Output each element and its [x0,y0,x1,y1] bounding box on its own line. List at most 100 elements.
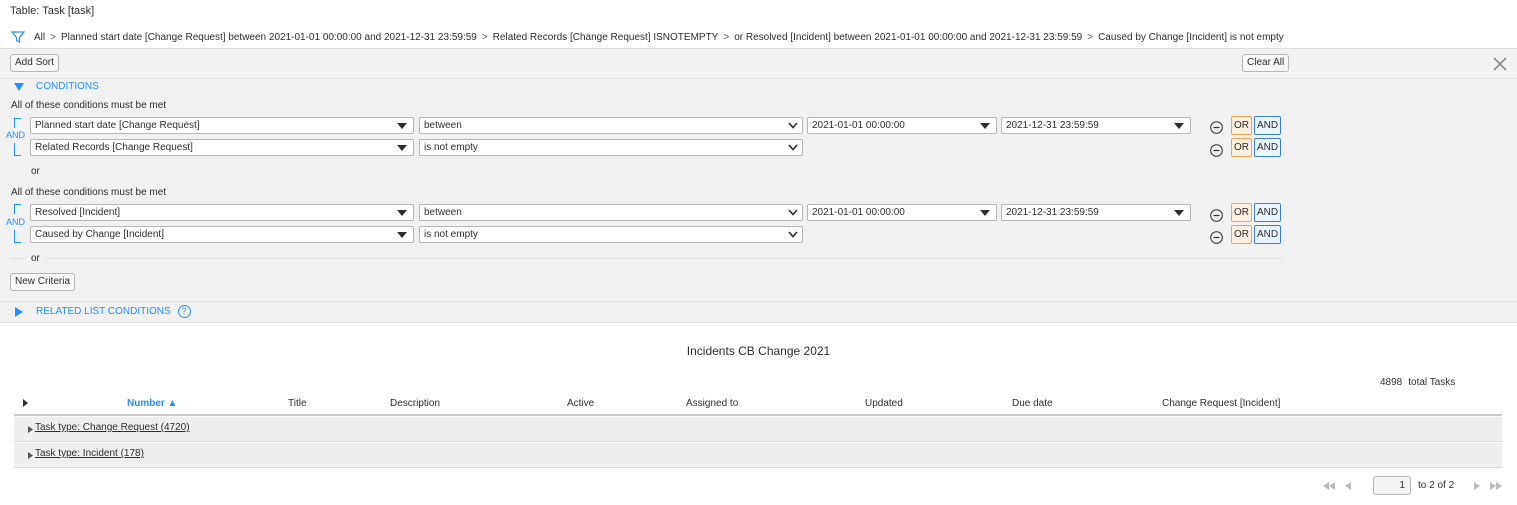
and-button[interactable]: AND [1254,116,1281,135]
record-count: 4898 total Tasks [1380,377,1455,388]
caret-down-icon [397,123,407,129]
and-button[interactable]: AND [1254,203,1281,222]
caret-down-icon [980,123,990,129]
column-header-due-date[interactable]: Due date [1012,398,1053,409]
list-header-row: Number ▲ Title Description Active Assign… [14,393,1502,416]
column-header-updated[interactable]: Updated [865,398,903,409]
breadcrumb-item[interactable]: Related Records [Change Request] ISNOTEM… [493,32,719,43]
group-label-link[interactable]: Task type: Change Request (4720) [35,422,190,433]
remove-condition-icon[interactable] [1210,209,1223,222]
clear-all-button[interactable]: Clear All [1242,54,1290,72]
remove-condition-icon[interactable] [1210,144,1223,157]
date-from-select[interactable]: 2021-01-01 00:00:00 [807,117,997,134]
or-divider [46,258,1282,259]
group-label: All of these conditions must be met [11,100,167,111]
list-title: Incidents CB Change 2021 [686,344,831,358]
or-button[interactable]: OR [1231,225,1252,244]
operator-select[interactable]: is not empty [419,226,803,243]
related-list-conditions-header: RELATED LIST CONDITIONS [36,306,171,317]
or-separator-label: or [31,253,40,264]
column-header-change-request[interactable]: Change Request [Incident] [1162,398,1280,409]
add-sort-button[interactable]: Add Sort [10,54,59,72]
toolbar-divider [0,78,1517,79]
close-icon[interactable] [1492,56,1508,72]
and-button[interactable]: AND [1254,225,1281,244]
next-page-icon[interactable] [1470,481,1484,491]
caret-down-icon [1174,123,1184,129]
or-divider [10,258,23,259]
page-range-text: to 2 of 2 [1418,480,1455,491]
chevron-down-icon [788,122,798,129]
column-header-description[interactable]: Description [390,398,440,409]
caret-down-icon [1174,210,1184,216]
or-button[interactable]: OR [1231,203,1252,222]
column-header-title[interactable]: Title [288,398,307,409]
chevron-down-icon [788,231,798,238]
breadcrumb-separator: > [723,31,730,43]
caret-down-icon [397,210,407,216]
related-list-conditions-toggle[interactable]: RELATED LIST CONDITIONS ? [14,305,191,318]
caret-down-icon [397,145,407,151]
field-select[interactable]: Planned start date [Change Request] [30,117,414,134]
triangle-right-icon [15,306,23,317]
date-to-select[interactable]: 2021-12-31 23:59:59 [1001,204,1191,221]
prev-page-icon[interactable] [1343,481,1357,491]
column-header-number[interactable]: Number ▲ [127,398,177,409]
group-row[interactable]: Task type: Change Request (4720) [14,417,1502,442]
remove-condition-icon[interactable] [1210,121,1223,134]
breadcrumb-item-all[interactable]: All [34,32,45,43]
operator-select[interactable]: between [419,117,803,134]
field-select[interactable]: Caused by Change [Incident] [30,226,414,243]
or-button[interactable]: OR [1231,116,1252,135]
breadcrumb-separator: > [50,31,56,43]
and-connector: AND [6,130,26,140]
operator-select[interactable]: is not empty [419,139,803,156]
table-title: Table: Task [task] [10,5,95,17]
field-select[interactable]: Related Records [Change Request] [30,139,414,156]
first-page-icon[interactable] [1323,481,1337,491]
and-bracket-top [14,204,21,214]
new-criteria-button[interactable]: New Criteria [10,273,76,291]
field-select[interactable]: Resolved [Incident] [30,204,414,221]
caret-down-icon [980,210,990,216]
caret-down-icon [397,232,407,238]
column-header-active[interactable]: Active [567,398,594,409]
breadcrumb: All > Planned start date [Change Request… [11,30,1284,44]
help-icon[interactable]: ? [177,305,191,318]
operator-select[interactable]: between [419,204,803,221]
group-label: All of these conditions must be met [11,187,167,198]
and-bracket-bottom [14,143,21,156]
or-separator-label: or [31,166,40,177]
expand-group-icon[interactable] [28,426,33,433]
pagination: 1 to 2 of 2 [1323,476,1503,495]
and-bracket-top [14,118,21,128]
expand-all-icon[interactable] [23,399,28,407]
section-divider [0,301,1517,302]
chevron-down-icon [788,144,798,151]
and-bracket-bottom [14,230,21,243]
breadcrumb-separator: > [1087,31,1094,43]
and-connector: AND [6,217,26,227]
conditions-header: CONDITIONS [36,81,99,92]
last-page-icon[interactable] [1488,481,1503,491]
breadcrumb-item[interactable]: Caused by Change [Incident] is not empty [1098,32,1284,43]
group-row[interactable]: Task type: Incident (178) [14,443,1502,468]
column-header-assigned-to[interactable]: Assigned to [686,398,738,409]
expand-group-icon[interactable] [28,452,33,459]
breadcrumb-item[interactable]: Planned start date [Change Request] betw… [61,32,477,43]
breadcrumb-separator: > [481,31,488,43]
group-label-link[interactable]: Task type: Incident (178) [35,448,144,459]
and-button[interactable]: AND [1254,138,1281,157]
date-from-select[interactable]: 2021-01-01 00:00:00 [807,204,997,221]
breadcrumb-item[interactable]: or Resolved [Incident] between 2021-01-0… [734,32,1082,43]
total-count: 4898 [1380,377,1403,388]
total-label: total Tasks [1408,377,1456,388]
date-to-select[interactable]: 2021-12-31 23:59:59 [1001,117,1191,134]
remove-condition-icon[interactable] [1210,231,1223,244]
or-button[interactable]: OR [1231,138,1252,157]
filter-icon[interactable] [11,30,25,44]
triangle-down-icon [14,82,24,91]
conditions-toggle[interactable]: CONDITIONS [14,81,99,92]
page-number-input[interactable]: 1 [1373,476,1411,495]
chevron-down-icon [788,209,798,216]
